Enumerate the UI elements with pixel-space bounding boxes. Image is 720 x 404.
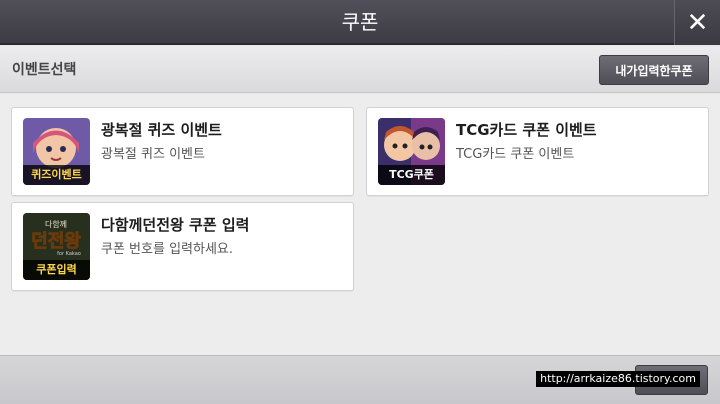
logo-text: 던전왕	[31, 231, 81, 252]
event-select-bar: 이벤트선택 내가입력한쿠폰	[0, 47, 720, 93]
event-description: 쿠폰 번호를 입력하세요.	[101, 242, 233, 257]
event-card-tcg[interactable]: TCG쿠폰 TCG카드 쿠폰 이벤트 TCG카드 쿠폰 이벤트	[366, 107, 709, 196]
logo-small-text: 다함께	[45, 220, 67, 229]
close-icon: ✕	[686, 7, 709, 38]
event-list: 퀴즈이벤트 광복절 퀴즈 이벤트 광복절 퀴즈 이벤트 TCG쿠폰 TCG카드 …	[0, 94, 720, 355]
title-bar: 쿠폰 ✕	[0, 0, 720, 45]
thumbnail-badge: TCG쿠폰	[378, 165, 445, 185]
thumbnail-badge: 퀴즈이벤트	[23, 165, 90, 185]
event-thumbnail: TCG쿠폰	[378, 118, 445, 185]
watermark-text: http://arrkaize86.tistory.com	[536, 371, 700, 387]
event-description: TCG카드 쿠폰 이벤트	[456, 147, 575, 162]
event-description: 광복절 퀴즈 이벤트	[101, 147, 205, 162]
event-card-quiz[interactable]: 퀴즈이벤트 광복절 퀴즈 이벤트 광복절 퀴즈 이벤트	[11, 107, 354, 196]
event-card-dungeon-king[interactable]: 다함께 던전왕 for Kakao 쿠폰입력 다함께던전왕 쿠폰 입력 쿠폰 번…	[11, 202, 354, 291]
my-coupons-button[interactable]: 내가입력한쿠폰	[599, 55, 709, 85]
event-thumbnail: 다함께 던전왕 for Kakao 쿠폰입력	[23, 213, 90, 280]
event-title: TCG카드 쿠폰 이벤트	[456, 121, 597, 139]
event-title: 다함께던전왕 쿠폰 입력	[101, 216, 250, 234]
thumbnail-badge: 쿠폰입력	[23, 260, 90, 280]
logo-sub-text: for Kakao	[57, 251, 81, 257]
page-title: 쿠폰	[341, 10, 379, 34]
event-title: 광복절 퀴즈 이벤트	[101, 121, 222, 139]
event-thumbnail: 퀴즈이벤트	[23, 118, 90, 185]
section-label: 이벤트선택	[12, 62, 77, 78]
close-button[interactable]: ✕	[674, 0, 720, 45]
